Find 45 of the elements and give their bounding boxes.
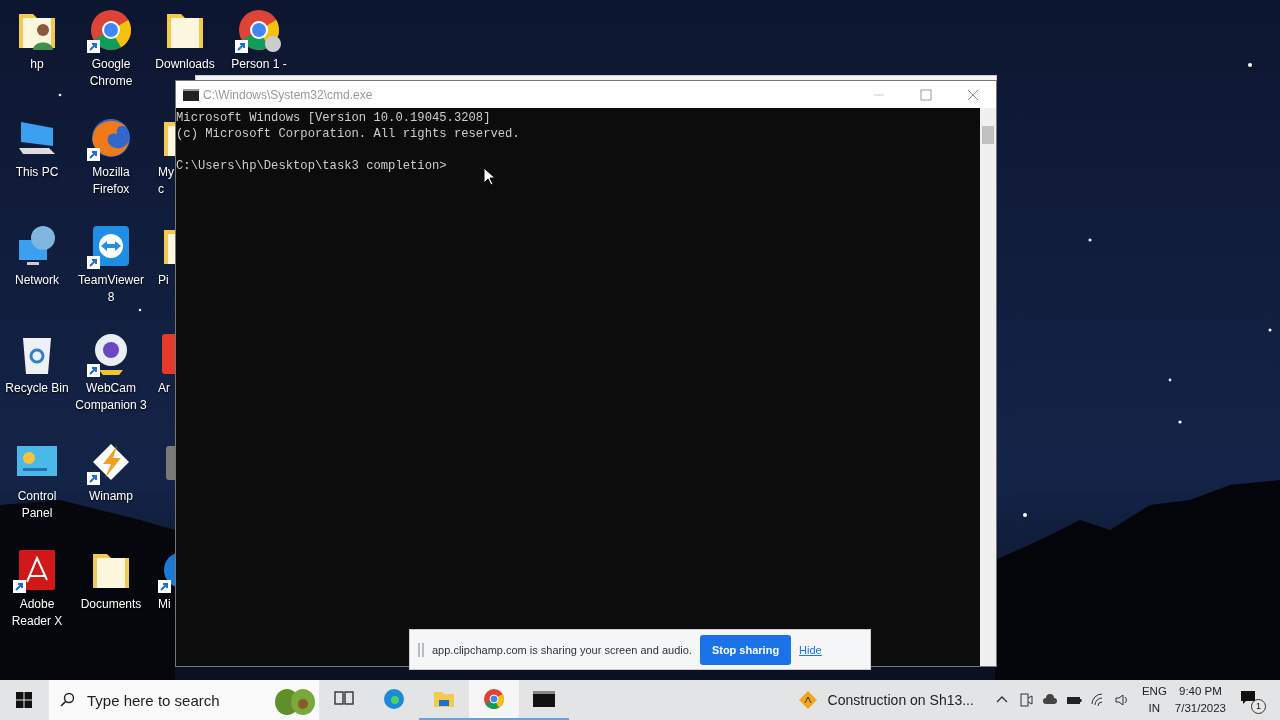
warning-sign-icon xyxy=(797,690,818,710)
weather-widget[interactable]: Construction on Sh13... xyxy=(797,680,974,720)
hide-link[interactable]: Hide xyxy=(799,643,822,656)
icon-label[interactable]: Ar xyxy=(158,380,170,397)
volume-icon[interactable] xyxy=(1113,692,1130,708)
windows-logo-icon[interactable] xyxy=(16,692,32,708)
icon-label[interactable]: Documents xyxy=(80,596,142,613)
console-line: C:\Users\hp\Desktop\task3 completion> xyxy=(176,158,448,174)
clock-time[interactable]: 9:40 PM xyxy=(1179,683,1222,700)
stop-sharing-button[interactable]: Stop sharing xyxy=(699,634,792,665)
icon-label[interactable]: TeamViewer 8 xyxy=(75,272,147,306)
icon-label[interactable]: Recycle Bin xyxy=(5,380,69,397)
icon-label[interactable]: Mozilla Firefox xyxy=(75,164,147,198)
icon-label[interactable]: Mi xyxy=(158,596,171,613)
search-icon xyxy=(59,692,75,708)
chrome-icon xyxy=(482,687,506,711)
icon-label[interactable]: Winamp xyxy=(89,488,133,505)
icon-label[interactable]: Network xyxy=(15,272,59,289)
icon-label[interactable]: Downloads xyxy=(155,56,215,73)
icon-label[interactable]: Control Panel xyxy=(1,488,73,522)
notification-icon[interactable] xyxy=(1240,690,1256,706)
language-indicator[interactable]: IN xyxy=(1148,700,1161,717)
icon-label[interactable]: WebCam Companion 3 xyxy=(75,380,147,414)
icon-label[interactable]: Adobe Reader X xyxy=(1,596,73,630)
cursor-icon xyxy=(483,167,495,186)
icon-label[interactable]: Pi xyxy=(158,272,169,289)
icon-label[interactable]: Person 1 - xyxy=(231,56,287,73)
close-icon[interactable] xyxy=(967,88,979,101)
icon-label[interactable]: This PC xyxy=(15,164,59,181)
console-line: (c) Microsoft Corporation. All rights reserved. xyxy=(176,126,521,142)
icon-label[interactable]: Google Chrome xyxy=(75,56,147,90)
language-indicator[interactable]: ENG xyxy=(1141,683,1167,700)
window-title: C:\Windows\System32\cmd.exe xyxy=(203,87,373,102)
edge-icon xyxy=(382,687,406,711)
scrollbar[interactable] xyxy=(980,108,996,666)
search-input[interactable]: Type here to search xyxy=(85,690,269,710)
search-bar[interactable]: Type here to search xyxy=(49,680,319,720)
drag-handle-icon[interactable] xyxy=(418,642,424,657)
icon-label[interactable]: hp xyxy=(30,56,44,73)
notification-badge: 1 xyxy=(1251,699,1266,714)
icon-label[interactable]: My c xyxy=(158,164,176,198)
sharing-message: app.clipchamp.com is sharing your screen and audio. xyxy=(432,643,692,656)
clock-date[interactable]: 7/31/2023 xyxy=(1174,700,1226,717)
console-icon xyxy=(183,88,199,101)
console-line: Microsoft Windows [Version 10.0.19045.3208] xyxy=(176,110,492,126)
